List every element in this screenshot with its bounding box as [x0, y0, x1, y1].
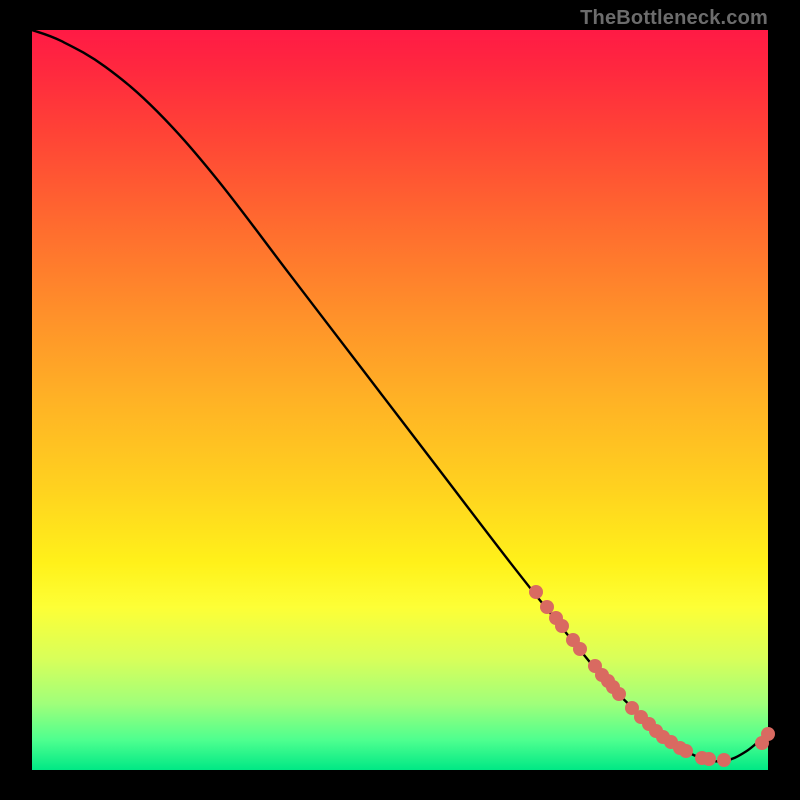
- data-dot: [573, 642, 587, 656]
- data-dot: [679, 744, 693, 758]
- bottleneck-curve-path: [32, 30, 768, 762]
- data-dot: [761, 727, 775, 741]
- data-dot: [555, 619, 569, 633]
- data-dot: [612, 687, 626, 701]
- outer-frame: TheBottleneck.com: [0, 0, 800, 800]
- data-dot: [702, 752, 716, 766]
- chart-svg: [0, 0, 800, 800]
